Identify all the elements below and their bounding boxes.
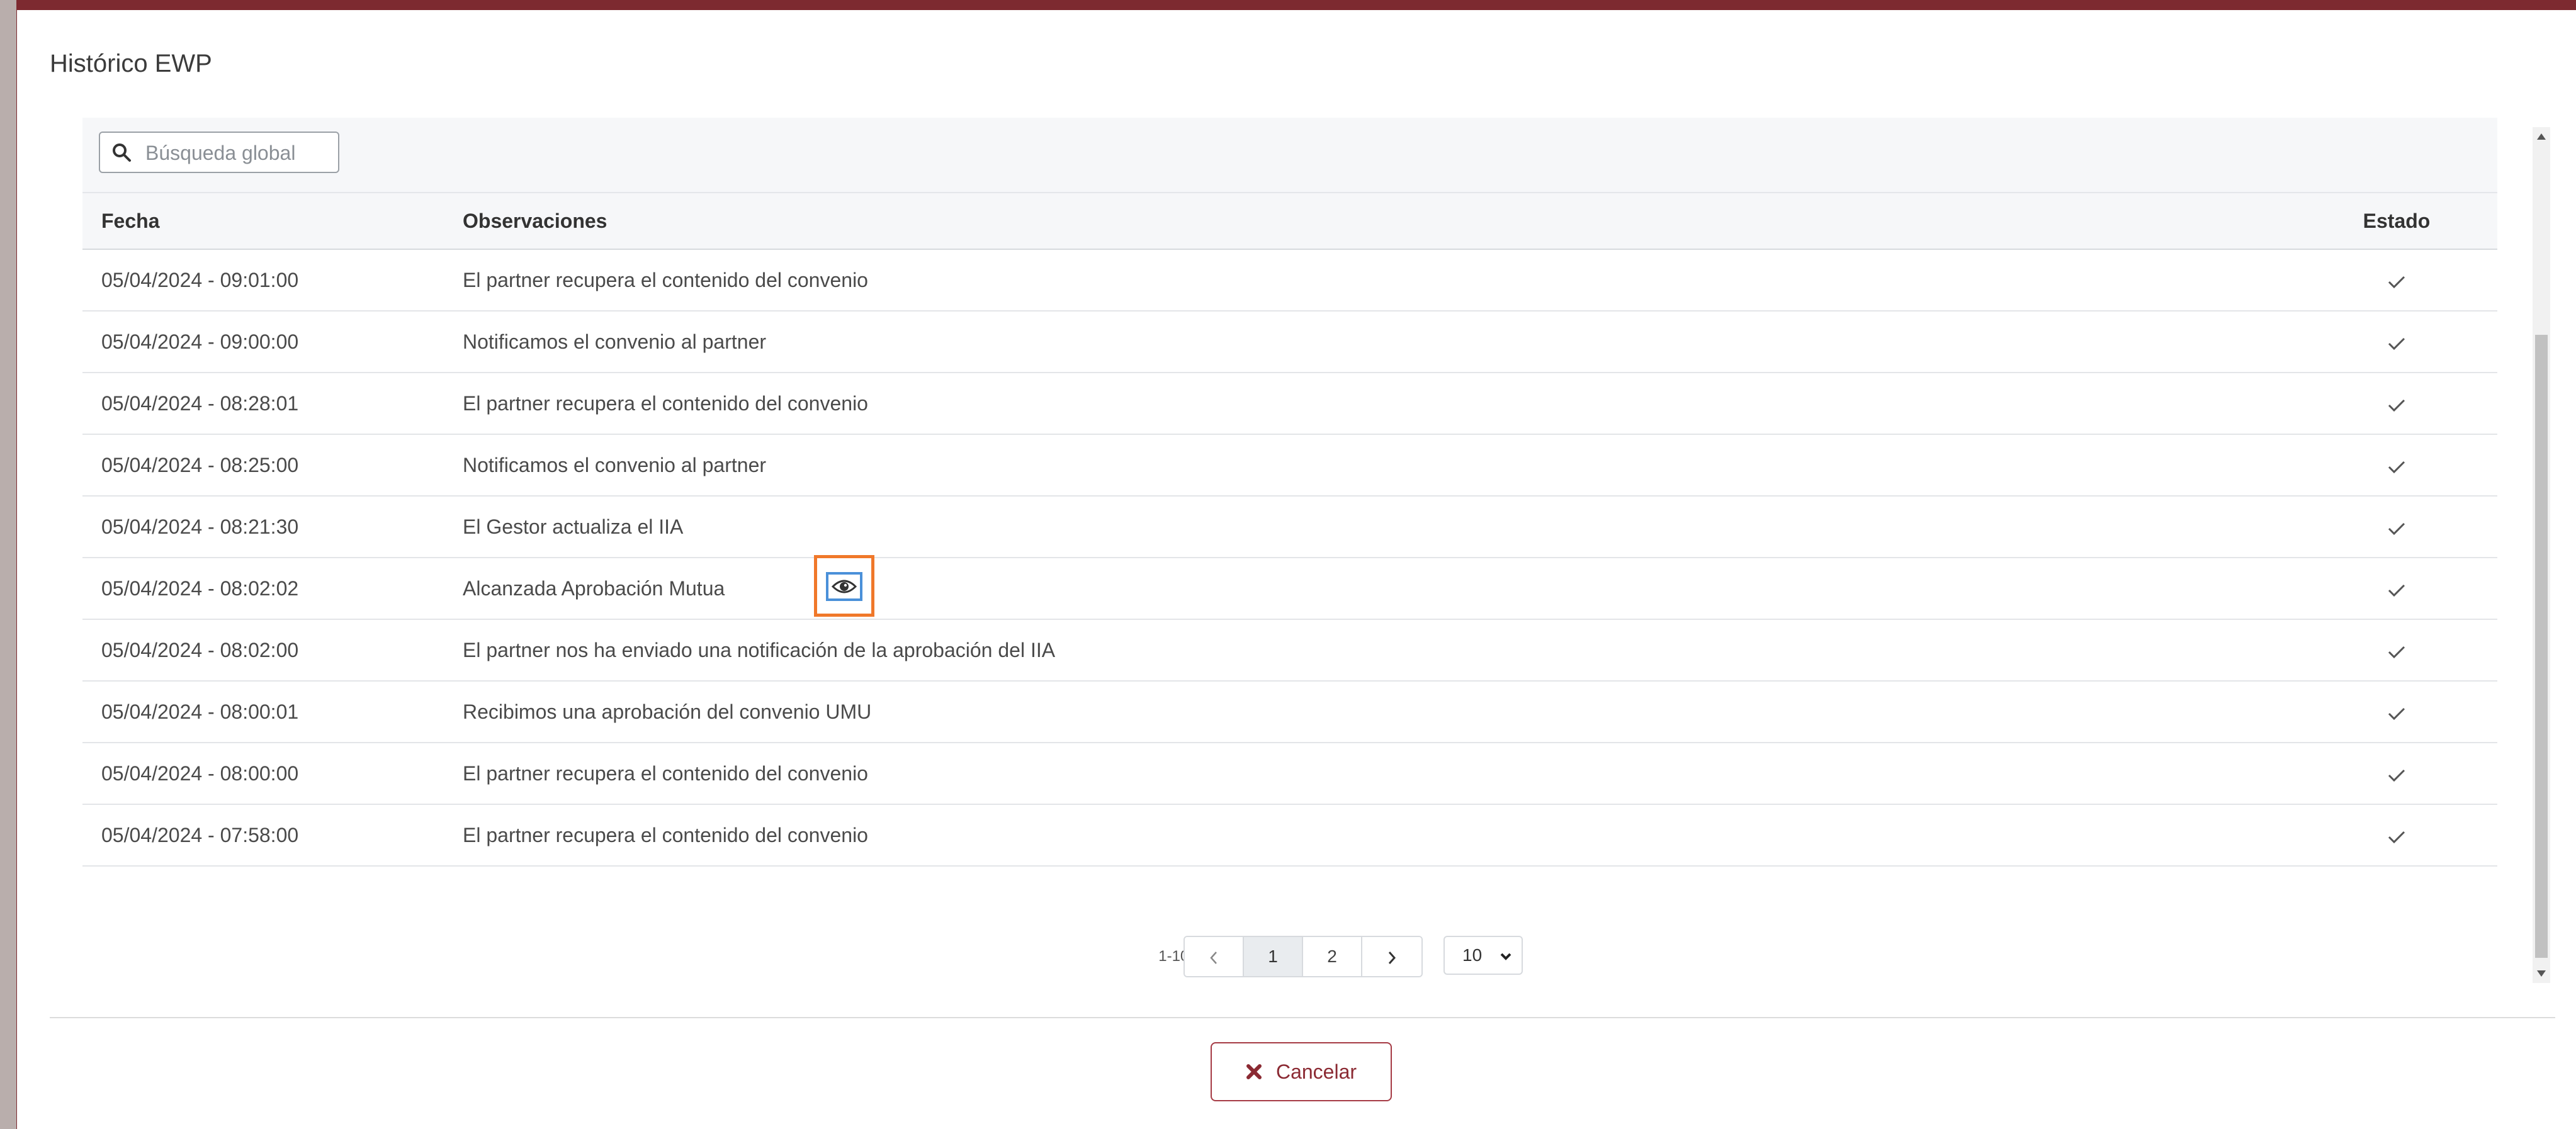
scroll-down-arrow[interactable]: [2537, 970, 2546, 977]
table-row: 05/04/2024 - 09:01:00 El partner recupera…: [82, 250, 2497, 312]
chevron-left-icon: [1210, 951, 1217, 964]
pagination-controls: 1 2: [1183, 936, 1423, 977]
check-icon: [2388, 584, 2405, 597]
cell-estado: [2359, 435, 2434, 495]
cell-fecha: 05/04/2024 - 07:58:00: [101, 824, 299, 846]
table-body: 05/04/2024 - 09:01:00 El partner recupera…: [82, 250, 2497, 867]
cell-fecha: 05/04/2024 - 08:28:01: [101, 392, 299, 415]
modal-title: Histórico EWP: [50, 50, 212, 77]
historico-modal: Histórico EWP Fecha Observaciones Estado…: [17, 10, 2576, 1129]
page-size-select[interactable]: 10: [1443, 936, 1523, 975]
table-toolbar: [82, 118, 2497, 193]
chevron-down-icon: [1500, 953, 1511, 960]
cell-observaciones: El partner recupera el contenido del con…: [463, 269, 868, 291]
cell-estado: [2359, 620, 2434, 680]
scroll-up-arrow[interactable]: [2537, 133, 2546, 140]
check-icon: [2388, 276, 2405, 288]
cell-observaciones: Recibimos una aprobación del convenio UM…: [463, 700, 872, 723]
table-row: 05/04/2024 - 08:02:02 Alcanzada Aprobació…: [82, 555, 2497, 620]
cell-estado: [2359, 558, 2434, 619]
table-row: 05/04/2024 - 08:00:00 El partner recupera…: [82, 743, 2497, 805]
check-icon: [2388, 399, 2405, 412]
check-icon: [2388, 522, 2405, 535]
view-detail-button[interactable]: [814, 555, 874, 617]
prev-page-button[interactable]: [1185, 937, 1244, 976]
cell-observaciones: El partner recupera el contenido del con…: [463, 824, 868, 846]
cell-fecha: 05/04/2024 - 08:02:00: [101, 639, 299, 661]
column-header-fecha[interactable]: Fecha: [101, 193, 159, 249]
cell-observaciones: El partner recupera el contenido del con…: [463, 392, 868, 415]
table-header: Fecha Observaciones Estado: [82, 193, 2497, 250]
check-icon: [2388, 646, 2405, 658]
cell-observaciones: Alcanzada Aprobación Mutua: [463, 577, 725, 600]
column-header-observaciones[interactable]: Observaciones: [463, 193, 607, 249]
table-row: 05/04/2024 - 08:21:30 El Gestor actualiza…: [82, 497, 2497, 558]
table-row: 05/04/2024 - 08:25:00 Notificamos el conv…: [82, 435, 2497, 497]
cell-observaciones: Notificamos el convenio al partner: [463, 454, 767, 476]
eye-icon: [832, 580, 857, 593]
global-search[interactable]: [99, 132, 339, 173]
cell-fecha: 05/04/2024 - 08:21:30: [101, 515, 299, 538]
cell-estado: [2359, 373, 2434, 434]
cell-estado: [2359, 682, 2434, 742]
table-row: 05/04/2024 - 08:00:01 Recibimos una aprob…: [82, 682, 2497, 743]
search-icon: [113, 143, 131, 162]
cancel-label: Cancelar: [1275, 1060, 1357, 1083]
cell-estado: [2359, 805, 2434, 865]
cell-observaciones: Notificamos el convenio al partner: [463, 330, 767, 353]
check-icon: [2388, 831, 2405, 843]
cell-fecha: 05/04/2024 - 08:00:00: [101, 762, 299, 785]
cell-estado: [2359, 497, 2434, 557]
check-icon: [2388, 461, 2405, 473]
cell-observaciones: El partner recupera el contenido del con…: [463, 762, 868, 785]
view-detail-focus[interactable]: [826, 572, 862, 601]
pagination: 1-10 de 16 1 2 10: [82, 936, 2497, 977]
cell-estado: [2359, 250, 2434, 310]
table-row: 05/04/2024 - 08:02:00 El partner nos ha e…: [82, 620, 2497, 682]
page-button-1[interactable]: 1: [1244, 937, 1303, 976]
cell-estado: [2359, 312, 2434, 372]
cell-fecha: 05/04/2024 - 08:25:00: [101, 454, 299, 476]
search-input[interactable]: [144, 138, 329, 168]
page-button-2[interactable]: 2: [1303, 937, 1362, 976]
check-icon: [2388, 769, 2405, 782]
column-header-estado[interactable]: Estado: [2359, 193, 2434, 249]
cell-estado: [2359, 743, 2434, 804]
check-icon: [2388, 337, 2405, 350]
cell-observaciones: El Gestor actualiza el IIA: [463, 515, 684, 538]
page-size-value: 10: [1462, 945, 1483, 965]
cancel-button[interactable]: Cancelar: [1211, 1042, 1392, 1101]
close-icon: [1246, 1064, 1262, 1079]
modal-scrollbar[interactable]: [2533, 127, 2550, 983]
footer-divider: [50, 1017, 2555, 1018]
table-row: 05/04/2024 - 09:00:00 Notificamos el conv…: [82, 312, 2497, 373]
cell-fecha: 05/04/2024 - 09:00:00: [101, 330, 299, 353]
next-page-button[interactable]: [1362, 937, 1421, 976]
table-row: 05/04/2024 - 08:28:01 El partner recupera…: [82, 373, 2497, 435]
table-row: 05/04/2024 - 07:58:00 El partner recupera…: [82, 805, 2497, 867]
scroll-thumb[interactable]: [2535, 335, 2548, 958]
check-icon: [2388, 707, 2405, 720]
cell-fecha: 05/04/2024 - 08:00:01: [101, 700, 299, 723]
cell-fecha: 05/04/2024 - 09:01:00: [101, 269, 299, 291]
history-table: Fecha Observaciones Estado 05/04/2024 - …: [82, 118, 2512, 977]
cell-fecha: 05/04/2024 - 08:02:02: [101, 577, 299, 600]
chevron-right-icon: [1388, 951, 1396, 964]
cell-observaciones: El partner nos ha enviado una notificaci…: [463, 639, 1056, 661]
